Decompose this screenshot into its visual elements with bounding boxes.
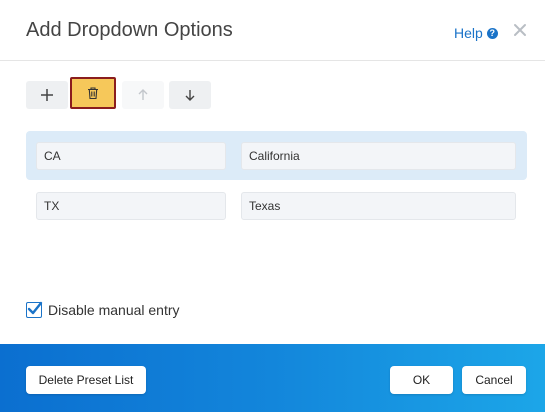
move-up-button[interactable]: [122, 81, 164, 109]
option-label-field[interactable]: California: [241, 142, 516, 170]
help-label: Help: [454, 25, 483, 41]
disable-manual-entry-label: Disable manual entry: [48, 302, 180, 318]
question-circle-icon: ?: [486, 27, 498, 39]
header-divider: [0, 60, 545, 61]
cancel-button[interactable]: Cancel: [462, 366, 526, 394]
ok-button[interactable]: OK: [390, 366, 453, 394]
trash-icon: [88, 87, 98, 100]
disable-manual-entry-toggle[interactable]: Disable manual entry: [26, 301, 180, 318]
help-link[interactable]: Help ?: [454, 25, 498, 41]
move-down-button[interactable]: [169, 81, 211, 109]
delete-option-button[interactable]: [70, 77, 116, 109]
close-icon[interactable]: [512, 22, 528, 38]
dialog-title: Add Dropdown Options: [26, 19, 233, 41]
arrow-up-icon: [138, 89, 148, 100]
option-value-field[interactable]: TX: [36, 192, 226, 220]
plus-icon: [41, 89, 53, 101]
delete-preset-list-button[interactable]: Delete Preset List: [26, 366, 146, 394]
option-label-field[interactable]: Texas: [241, 192, 516, 220]
checkmark-icon: [27, 301, 43, 315]
arrow-down-icon: [185, 90, 195, 101]
disable-manual-entry-checkbox[interactable]: [26, 301, 43, 318]
option-value-field[interactable]: CA: [36, 142, 226, 170]
add-option-button[interactable]: [26, 81, 68, 109]
